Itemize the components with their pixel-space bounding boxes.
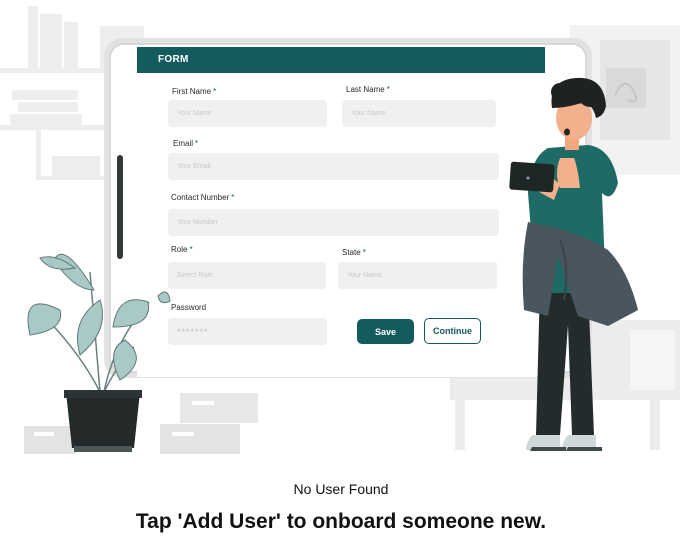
last-name-input[interactable]: Your Name bbox=[342, 100, 496, 127]
contact-number-label: Contact Number * bbox=[171, 193, 235, 202]
save-button[interactable]: Save bbox=[357, 319, 414, 344]
password-input[interactable]: ******* bbox=[168, 318, 327, 345]
last-name-label: Last Name * bbox=[346, 85, 390, 94]
role-select[interactable]: Select Role bbox=[168, 262, 326, 289]
first-name-label: First Name * bbox=[172, 87, 217, 96]
form-title: FORM bbox=[158, 54, 189, 65]
email-input[interactable]: Your Email bbox=[168, 153, 499, 180]
contact-number-input[interactable]: Your Number bbox=[168, 209, 499, 236]
state-label: State * bbox=[342, 248, 366, 257]
form-header bbox=[137, 47, 545, 73]
empty-state-title: No User Found bbox=[293, 481, 389, 497]
empty-state-message: Tap 'Add User' to onboard someone new. bbox=[135, 510, 547, 533]
password-label: Password bbox=[171, 303, 207, 312]
state-input[interactable]: Your Name bbox=[338, 262, 497, 289]
first-name-input[interactable]: Your Name bbox=[168, 100, 327, 127]
role-label: Role * bbox=[171, 245, 193, 254]
boxes-illustration bbox=[24, 393, 258, 454]
email-label: Email * bbox=[173, 139, 199, 148]
continue-button[interactable]: Continue bbox=[424, 318, 481, 344]
